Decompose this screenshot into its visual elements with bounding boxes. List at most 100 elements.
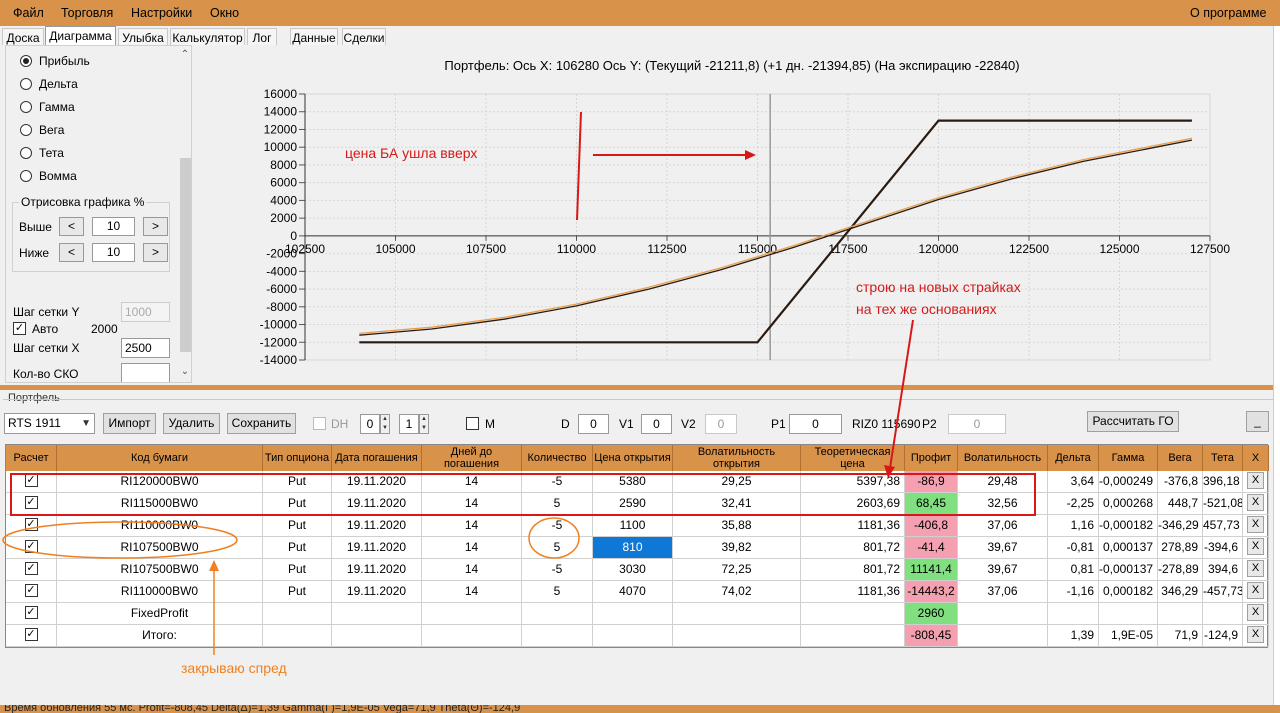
cell-theta[interactable]: -457,73 — [1203, 581, 1243, 602]
below-decrease-button[interactable]: < — [59, 243, 84, 262]
cell-vol-open[interactable] — [673, 603, 801, 624]
cell-open[interactable] — [593, 603, 673, 624]
scroll-up-icon[interactable]: ⌃ — [178, 49, 191, 63]
column-header[interactable]: X — [1243, 445, 1269, 471]
m-checkbox[interactable] — [466, 417, 479, 430]
cell-delta[interactable]: -0,81 — [1048, 537, 1099, 558]
column-header[interactable]: Дата погашения — [332, 445, 422, 471]
spin1-field[interactable]: 0 — [360, 414, 380, 434]
below-increase-button[interactable]: > — [143, 243, 168, 262]
tab-log[interactable]: Лог — [247, 28, 277, 45]
cell-vega[interactable]: 448,7 — [1158, 493, 1203, 514]
above-decrease-button[interactable]: < — [59, 217, 84, 236]
cell-qty[interactable] — [522, 625, 593, 646]
tab-diagram[interactable]: Диаграмма — [45, 26, 116, 45]
remove-row-button[interactable]: X — [1247, 626, 1264, 644]
table-row[interactable]: ✓ RI110000BW0 Put 19.11.2020 14 5 4070 74,02 118… — [6, 581, 1269, 603]
cell-gamma[interactable] — [1099, 603, 1158, 624]
remove-row-cell[interactable]: X — [1243, 471, 1269, 492]
cell-vega[interactable]: 71,9 — [1158, 625, 1203, 646]
cell-days[interactable]: 14 — [422, 515, 522, 536]
cell-open[interactable] — [593, 625, 673, 646]
column-header[interactable]: Расчет — [6, 445, 57, 471]
cell-delta[interactable]: -2,25 — [1048, 493, 1099, 514]
cell-qty[interactable]: -5 — [522, 559, 593, 580]
cell-profit[interactable]: -808,45 — [905, 625, 958, 646]
grid-x-field[interactable]: 2500 — [121, 338, 170, 358]
calc-checkbox[interactable]: ✓ — [24, 562, 38, 576]
cell-open[interactable]: 4070 — [593, 581, 673, 602]
save-button[interactable]: Сохранить — [227, 413, 296, 434]
cell-date[interactable] — [332, 625, 422, 646]
tab-data[interactable]: Данные — [290, 28, 338, 45]
cell-code[interactable]: RI107500BW0 — [57, 537, 263, 558]
above-value-field[interactable]: 10 — [92, 217, 135, 236]
cell-type[interactable] — [263, 625, 332, 646]
column-header[interactable]: Вега — [1158, 445, 1203, 471]
scroll-thumb[interactable] — [180, 158, 191, 352]
cell-profit[interactable]: -14443,2 — [905, 581, 958, 602]
p1-field[interactable]: 0 — [789, 414, 842, 434]
cell-gamma[interactable]: 0,000137 — [1099, 537, 1158, 558]
spin2-field[interactable]: 1 — [399, 414, 419, 434]
calc-checkbox-cell[interactable]: ✓ — [6, 603, 57, 624]
cell-theo[interactable] — [801, 603, 905, 624]
above-increase-button[interactable]: > — [143, 217, 168, 236]
column-header[interactable]: Волатильность — [958, 445, 1048, 471]
column-header[interactable]: Профит — [905, 445, 958, 471]
menu-settings[interactable]: Настройки — [131, 6, 192, 20]
tab-board[interactable]: Доска — [2, 28, 44, 45]
cell-vega[interactable]: -346,29 — [1158, 515, 1203, 536]
column-header[interactable]: Цена открытия — [593, 445, 673, 471]
scroll-down-icon[interactable]: ⌄ — [178, 366, 191, 380]
calc-checkbox[interactable]: ✓ — [24, 606, 38, 620]
radio-vomma[interactable]: Вомма — [20, 169, 77, 183]
cell-vol-open[interactable]: 74,02 — [673, 581, 801, 602]
table-row[interactable]: ✓ FixedProfit 2960 X — [6, 603, 1269, 625]
cell-date[interactable]: 19.11.2020 — [332, 559, 422, 580]
v1-field[interactable]: 0 — [641, 414, 672, 434]
cell-vol[interactable]: 39,67 — [958, 559, 1048, 580]
cell-code[interactable]: RI107500BW0 — [57, 559, 263, 580]
remove-row-cell[interactable]: X — [1243, 625, 1269, 646]
menu-window[interactable]: Окно — [210, 6, 239, 20]
spin2-updown[interactable]: ▲ ▼ — [419, 414, 429, 434]
table-row[interactable]: ✓ RI107500BW0 Put 19.11.2020 14 -5 3030 72,25 80… — [6, 559, 1269, 581]
cell-days[interactable]: 14 — [422, 537, 522, 558]
cell-gamma[interactable]: -0,000137 — [1099, 559, 1158, 580]
cell-qty[interactable]: 5 — [522, 537, 593, 558]
cell-gamma[interactable]: 0,000182 — [1099, 581, 1158, 602]
cell-type[interactable] — [263, 603, 332, 624]
cell-open[interactable]: 3030 — [593, 559, 673, 580]
calc-checkbox-cell[interactable]: ✓ — [6, 559, 57, 580]
calc-checkbox[interactable]: ✓ — [24, 518, 38, 532]
cell-type[interactable]: Put — [263, 559, 332, 580]
cell-code[interactable]: FixedProfit — [57, 603, 263, 624]
radio-delta[interactable]: Дельта — [20, 77, 78, 91]
cell-profit[interactable]: -41,4 — [905, 537, 958, 558]
spin1-updown[interactable]: ▲ ▼ — [380, 414, 390, 434]
auto-checkbox[interactable]: ✓ — [13, 322, 26, 335]
radio-profit[interactable]: Прибыль — [20, 54, 90, 68]
cell-theta[interactable]: -394,6 — [1203, 537, 1243, 558]
cell-date[interactable]: 19.11.2020 — [332, 537, 422, 558]
cell-vega[interactable] — [1158, 603, 1203, 624]
cell-theo[interactable] — [801, 625, 905, 646]
p2-field[interactable]: 0 — [948, 414, 1006, 434]
cell-vega[interactable]: 278,89 — [1158, 537, 1203, 558]
column-header[interactable]: Дельта — [1048, 445, 1099, 471]
cell-theta[interactable]: -124,9 — [1203, 625, 1243, 646]
cell-profit[interactable]: 2960 — [905, 603, 958, 624]
remove-row-button[interactable]: X — [1247, 582, 1264, 600]
cell-qty[interactable]: 5 — [522, 581, 593, 602]
column-header[interactable]: Код бумаги — [57, 445, 263, 471]
cell-date[interactable]: 19.11.2020 — [332, 581, 422, 602]
cell-theta[interactable]: 457,73 — [1203, 515, 1243, 536]
column-header[interactable]: Гамма — [1099, 445, 1158, 471]
cell-theo[interactable]: 801,72 — [801, 537, 905, 558]
cell-delta[interactable]: 3,64 — [1048, 471, 1099, 492]
cell-type[interactable]: Put — [263, 515, 332, 536]
cell-profit[interactable]: 11141,4 — [905, 559, 958, 580]
cell-vol[interactable] — [958, 603, 1048, 624]
cell-delta[interactable]: 1,16 — [1048, 515, 1099, 536]
